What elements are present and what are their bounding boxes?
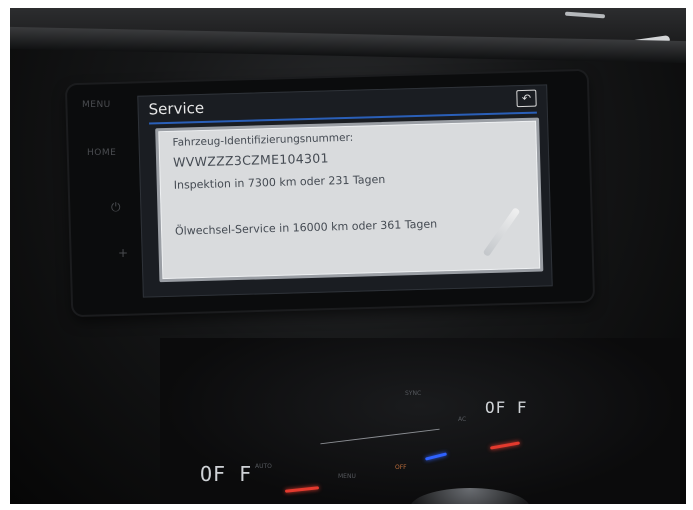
service-info-panel: Fahrzeug-Identifizierungsnummer: WVWZZZ3…: [155, 117, 544, 283]
dashboard-photo: MENU HOME ⏻ + Service ↶ Fahrzeug-Identif…: [10, 8, 686, 504]
power-key-icon[interactable]: ⏻: [111, 200, 121, 215]
vin-label: Fahrzeug-Identifizierungsnummer:: [172, 131, 354, 149]
vin-value: WVWZZZ3CZME104301: [172, 150, 329, 170]
fan-indicator: [424, 452, 448, 461]
back-button[interactable]: ↶: [516, 89, 537, 108]
right-temperature: OF F: [485, 398, 528, 417]
menu-key[interactable]: MENU: [82, 100, 111, 110]
page-title: Service: [148, 98, 205, 119]
left-temp-indicator: [284, 486, 320, 493]
home-key[interactable]: HOME: [87, 148, 116, 158]
infotainment-screen: Service ↶ Fahrzeug-Identifizierungsnumme…: [137, 84, 553, 298]
sync-button[interactable]: SYNC: [405, 390, 421, 397]
volume-up-key[interactable]: +: [118, 246, 129, 260]
inspection-info: Inspektion in 7300 km oder 231 Tagen: [173, 172, 386, 192]
temperature-slider[interactable]: [320, 428, 440, 445]
right-temp-indicator: [489, 441, 521, 450]
oil-service-info: Ölwechsel-Service in 16000 km oder 361 T…: [174, 217, 438, 238]
climate-panel: OF F OF F AUTO MENU SYNC AC OFF: [160, 338, 680, 504]
climate-menu-button[interactable]: MENU: [338, 473, 356, 480]
off-button[interactable]: OFF: [395, 464, 407, 471]
back-arrow-icon: ↶: [521, 91, 532, 106]
left-temperature: OF F: [200, 462, 253, 486]
ac-button[interactable]: AC: [458, 416, 466, 423]
title-bar: Service ↶: [148, 89, 537, 125]
gear-knob: [410, 488, 530, 504]
auto-button[interactable]: AUTO: [255, 463, 272, 470]
